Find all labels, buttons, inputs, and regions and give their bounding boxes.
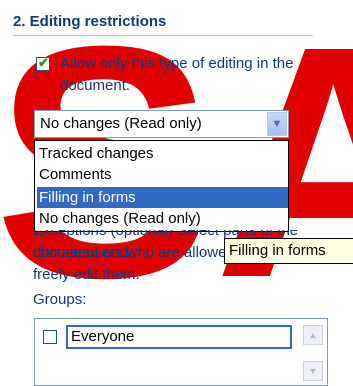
- allow-editing-label[interactable]: Allow only this type of editing in the d…: [60, 53, 340, 97]
- groups-label: Groups:: [33, 291, 87, 308]
- scroll-down-icon[interactable]: ▼: [303, 361, 323, 381]
- groups-scrollbar[interactable]: ▲ ▼: [303, 325, 323, 385]
- tooltip: Filling in forms: [224, 238, 353, 264]
- section-title: 2. Editing restrictions: [13, 13, 167, 30]
- exceptions-text-line2: freely edit them.: [33, 266, 140, 283]
- group-everyone-label[interactable]: Everyone: [66, 325, 292, 349]
- option-no-changes[interactable]: No changes (Read only): [37, 208, 288, 229]
- group-everyone-checkbox[interactable]: [43, 330, 57, 344]
- section-divider: [13, 35, 313, 36]
- scroll-up-icon[interactable]: ▲: [303, 325, 323, 345]
- allow-editing-checkbox[interactable]: ✔: [36, 55, 50, 71]
- editing-type-select[interactable]: No changes (Read only) ▼: [34, 110, 289, 138]
- checkmark-icon: ✔: [38, 55, 49, 70]
- option-comments[interactable]: Comments: [37, 164, 288, 185]
- option-tracked-changes[interactable]: Tracked changes: [37, 143, 288, 164]
- option-filling-in-forms[interactable]: Filling in forms: [37, 187, 288, 208]
- chevron-down-icon[interactable]: ▼: [267, 112, 287, 136]
- groups-list[interactable]: Everyone ▲ ▼: [34, 318, 328, 386]
- editing-type-dropdown-list: Tracked changes Comments Filling in form…: [34, 140, 289, 232]
- editing-type-value: No changes (Read only): [40, 115, 202, 132]
